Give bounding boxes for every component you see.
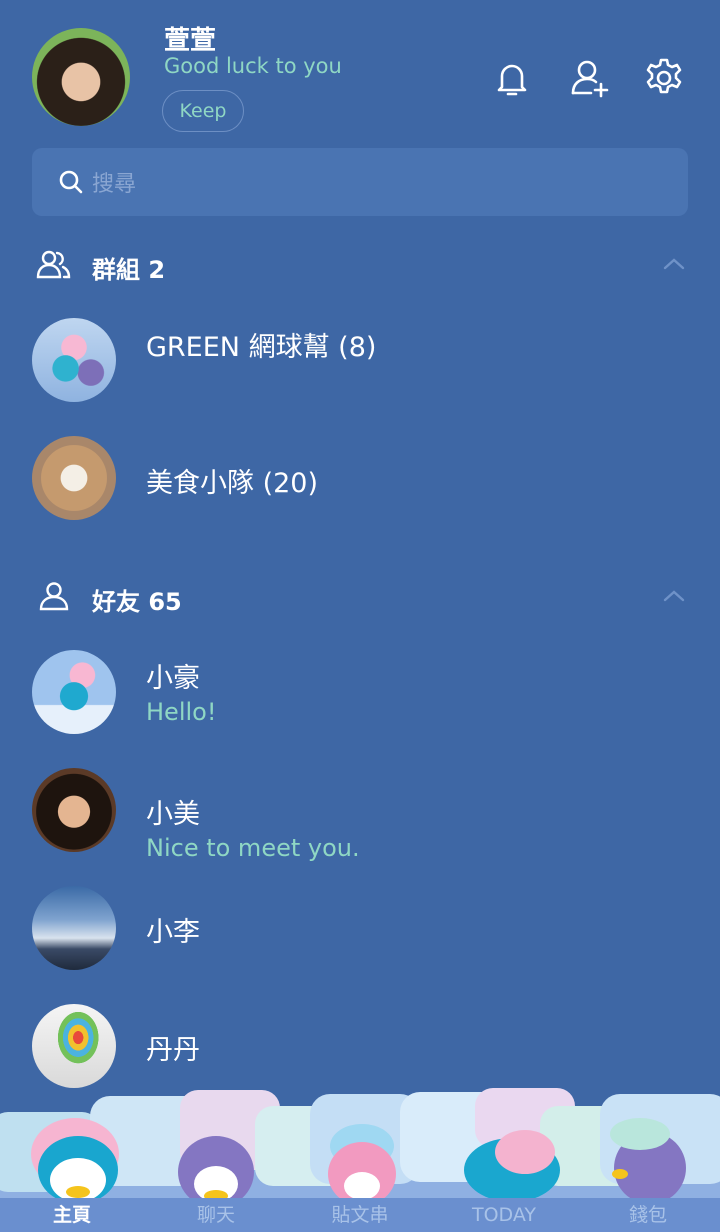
tab-timeline[interactable]: 貼文串 <box>288 1198 432 1232</box>
profile-avatar[interactable] <box>32 28 130 126</box>
profile-status[interactable]: Good luck to you <box>164 54 342 78</box>
groups-section-header[interactable]: 群組 2 <box>36 246 686 286</box>
friend-avatar <box>32 1004 116 1088</box>
bottom-tab-bar: 主頁 聊天 貼文串 TODAY 錢包 <box>0 1198 720 1232</box>
search-icon <box>59 170 83 194</box>
friend-avatar <box>32 650 116 734</box>
group-row[interactable]: GREEN 網球幫 (8) <box>32 318 688 402</box>
friend-row[interactable]: 小豪 Hello! <box>32 650 688 734</box>
friends-section-header[interactable]: 好友 65 <box>36 578 686 618</box>
friends-section-title: 好友 65 <box>92 588 182 616</box>
friend-avatar <box>32 886 116 970</box>
tab-wallet[interactable]: 錢包 <box>576 1198 720 1232</box>
profile-name[interactable]: 萱萱 <box>164 20 216 57</box>
group-row[interactable]: 美食小隊 (20) <box>32 436 688 520</box>
tab-chats[interactable]: 聊天 <box>144 1198 288 1232</box>
group-icon <box>36 250 71 279</box>
friend-name: 丹丹 <box>146 1035 200 1066</box>
friend-status: Hello! <box>146 698 217 726</box>
friend-name: 小豪 <box>146 663 200 694</box>
groups-section-title: 群組 2 <box>92 256 166 284</box>
group-avatar <box>32 318 116 402</box>
search-input[interactable]: 搜尋 <box>32 148 688 216</box>
friend-row[interactable]: 小李 <box>32 886 688 970</box>
friend-name: 小李 <box>146 917 200 948</box>
chevron-up-icon[interactable] <box>662 588 686 604</box>
group-name: 美食小隊 (20) <box>146 468 319 499</box>
add-friend-icon[interactable] <box>568 56 612 100</box>
friend-avatar <box>32 768 116 852</box>
group-name: GREEN 網球幫 (8) <box>146 332 377 363</box>
group-avatar <box>32 436 116 520</box>
friend-icon <box>39 582 69 611</box>
tab-home[interactable]: 主頁 <box>0 1198 144 1232</box>
friend-status: Nice to meet you. <box>146 834 360 862</box>
friend-row[interactable]: 小美 Nice to meet you. <box>32 768 688 862</box>
gear-icon[interactable] <box>642 56 686 100</box>
search-placeholder: 搜尋 <box>92 172 137 197</box>
friend-name: 小美 <box>146 799 200 830</box>
friend-row[interactable]: 丹丹 <box>32 1004 688 1088</box>
chevron-up-icon[interactable] <box>662 256 686 272</box>
tab-today[interactable]: TODAY <box>432 1198 576 1232</box>
keep-button[interactable]: Keep <box>162 90 244 132</box>
bell-icon[interactable] <box>490 56 534 100</box>
